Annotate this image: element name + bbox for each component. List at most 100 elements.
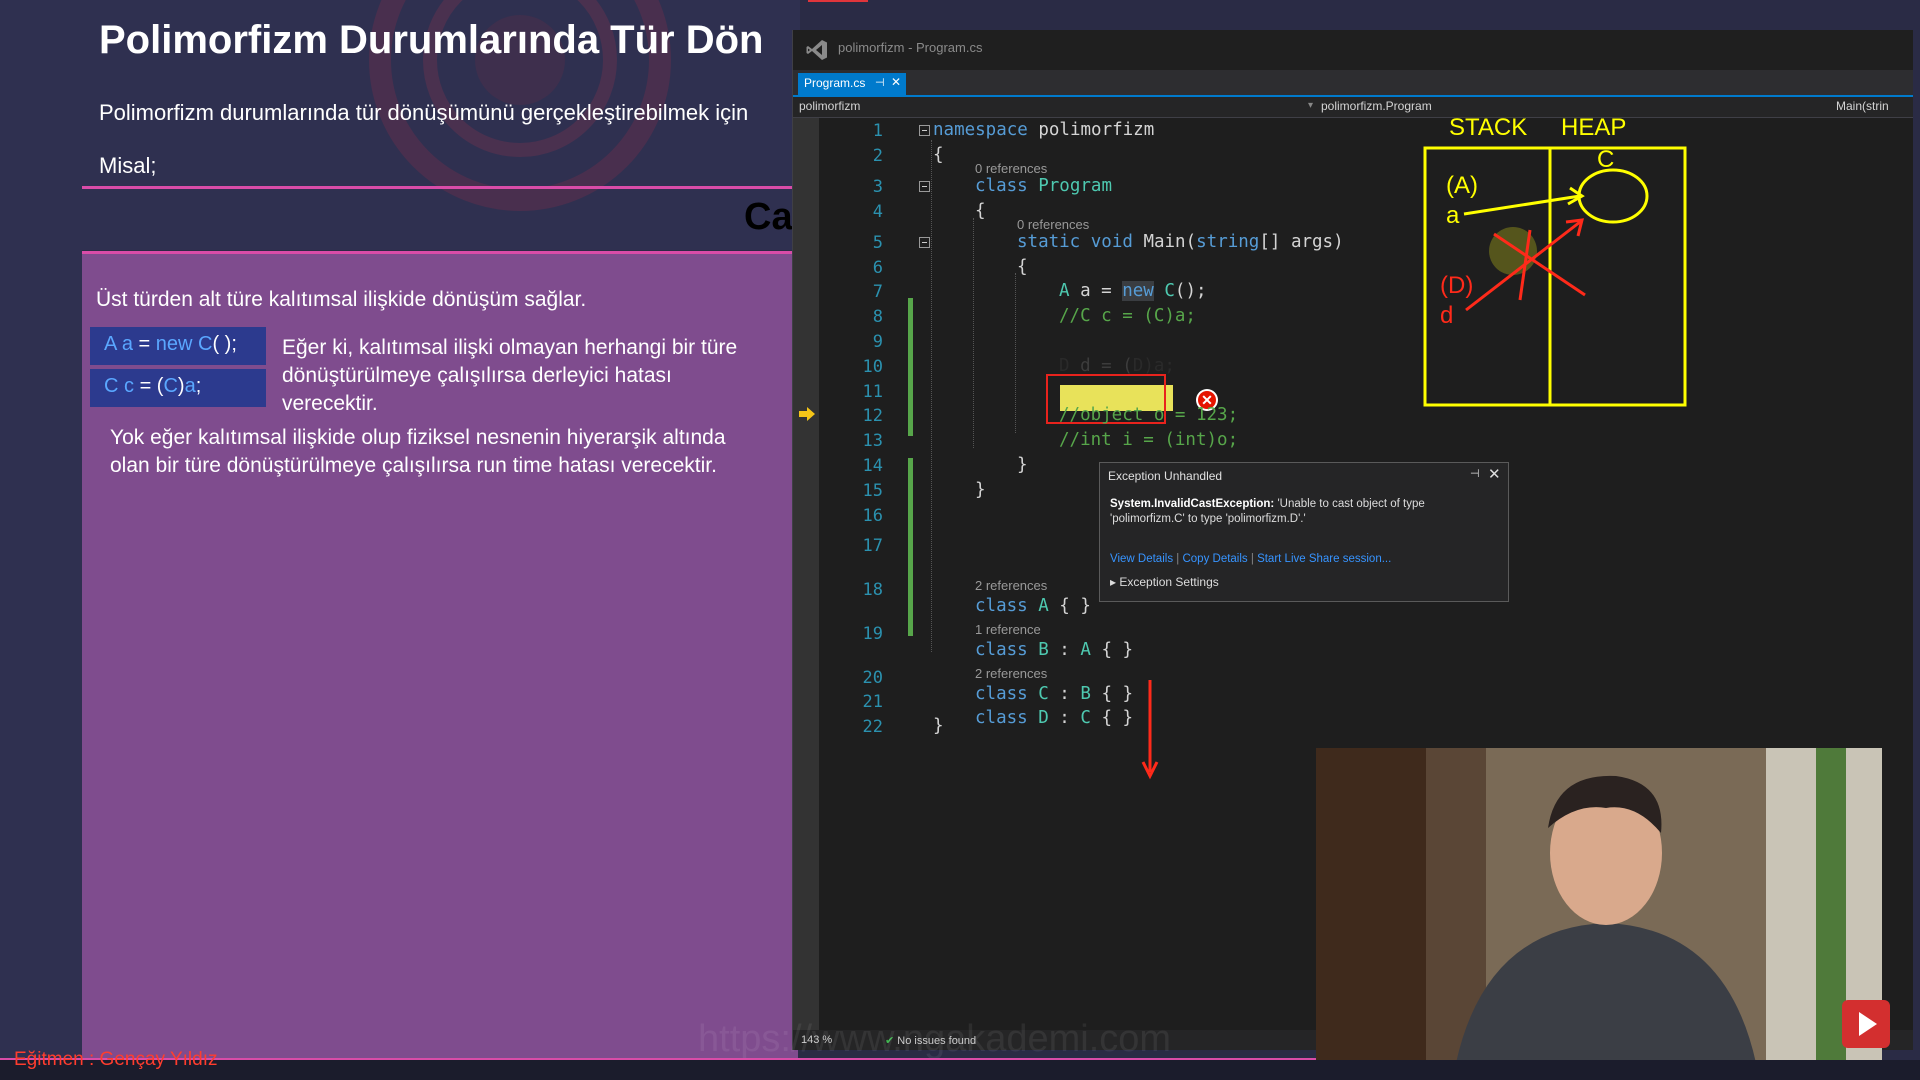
- slide-example-label: Misal;: [99, 153, 157, 178]
- slide-subtitle: Polimorfizm durumlarında tür dönüşümünü …: [99, 100, 749, 125]
- instructor-video-image: [1316, 748, 1882, 1063]
- line-number: 13: [862, 431, 883, 451]
- line-number: 22: [862, 717, 883, 737]
- chevron-right-icon: ▸: [1110, 575, 1120, 589]
- top-accent: [808, 0, 868, 2]
- code-line-18: class B : A { }: [975, 640, 1134, 660]
- line-number: 20: [862, 668, 883, 688]
- stack-label: STACK: [1449, 114, 1528, 141]
- pin-icon[interactable]: ⊣: [1470, 467, 1480, 480]
- code-line-1: namespace polimorfizm: [933, 120, 1155, 140]
- change-indicator: [908, 298, 913, 436]
- line-number: 10: [862, 357, 883, 377]
- code-line-20: class D : C { }: [975, 708, 1134, 728]
- exception-title: Exception Unhandled: [1108, 469, 1223, 483]
- code-line-8: //C c = (C)a;: [1059, 306, 1196, 326]
- code-line-6: {: [1017, 257, 1028, 277]
- line-number: 7: [872, 282, 883, 302]
- line-number: 8: [872, 307, 883, 327]
- code-line-15: }: [975, 480, 986, 500]
- codelens-references[interactable]: 0 references: [975, 161, 1047, 176]
- view-details-link[interactable]: View Details: [1110, 553, 1173, 565]
- play-icon[interactable]: [1842, 1000, 1890, 1048]
- window-title: polimorfizm - Program.cs: [838, 40, 983, 55]
- line-number: 15: [862, 481, 883, 501]
- tab-program-cs[interactable]: Program.cs ⊣ ✕: [798, 73, 906, 95]
- line-number: 11: [862, 382, 883, 402]
- code-line-12: //object o = 123;: [1059, 405, 1239, 425]
- label-A: (A): [1446, 172, 1478, 199]
- code-line-2: {: [933, 145, 944, 165]
- line-number: 9: [872, 332, 883, 352]
- copy-details-link[interactable]: Copy Details: [1182, 553, 1247, 565]
- code-line-4: {: [975, 201, 986, 221]
- breakpoint-margin[interactable]: [793, 118, 819, 1038]
- line-number: 3: [872, 177, 883, 197]
- codelens-references[interactable]: 2 references: [975, 578, 1047, 593]
- compile-error-note: Eğer ki, kalıtımsal ilişki olmayan herha…: [282, 336, 738, 415]
- chevron-down-icon[interactable]: ▾: [1308, 100, 1313, 111]
- execution-pointer-icon: [799, 407, 815, 421]
- project-dropdown[interactable]: polimorfizm: [799, 99, 860, 113]
- indent-guide: [973, 218, 974, 448]
- pin-icon[interactable]: ⊣: [875, 76, 885, 89]
- tab-label: Program.cs: [804, 76, 866, 90]
- code-line-5: static void Main(string[] args): [1017, 232, 1344, 252]
- change-indicator: [908, 458, 913, 636]
- webcam-video: [1316, 748, 1882, 1063]
- code-line-14: }: [1017, 455, 1028, 475]
- code-line-7: A a = new C();: [1059, 281, 1207, 301]
- line-number: 5: [872, 233, 883, 253]
- collapse-icon[interactable]: [919, 125, 930, 136]
- member-dropdown[interactable]: Main(strin: [1836, 99, 1889, 113]
- line-number: 16: [862, 506, 883, 526]
- code-line-17: class A { }: [975, 596, 1091, 616]
- codelens-references[interactable]: 1 reference: [975, 622, 1041, 637]
- exception-popup: Exception Unhandled ⊣ ✕ System.InvalidCa…: [1099, 462, 1509, 602]
- line-number: 12: [862, 406, 883, 426]
- visual-studio-icon: [806, 40, 827, 60]
- code-line-3: class Program: [975, 176, 1112, 196]
- code-example-2: C c = (C)a;: [90, 369, 266, 407]
- indent-guide: [1015, 273, 1016, 433]
- live-share-link[interactable]: Start Live Share session...: [1257, 553, 1391, 565]
- navigation-bar: polimorfizm ▾ polimorfizm.Program Main(s…: [793, 97, 1913, 118]
- divider: [82, 186, 798, 189]
- slide-title: Polimorfizm Durumlarında Tür Dön: [99, 18, 764, 62]
- exception-links: View Details | Copy Details | Start Live…: [1110, 553, 1392, 565]
- codelens-references[interactable]: 0 references: [1017, 217, 1089, 232]
- code-line-21: }: [933, 716, 944, 736]
- line-number: 17: [862, 536, 883, 556]
- class-dropdown[interactable]: polimorfizm.Program: [1321, 99, 1432, 113]
- close-icon[interactable]: ✕: [1488, 465, 1501, 483]
- exception-message: System.InvalidCastException: 'Unable to …: [1110, 498, 1425, 525]
- watermark: https://www.ngakademi.com: [698, 1018, 1172, 1060]
- code-line-10: D d = (D)a;: [1059, 356, 1175, 376]
- slide-paragraph: Üst türden alt türe kalıtımsal ilişkide …: [96, 288, 587, 311]
- line-number: 18: [862, 580, 883, 600]
- title-bar: polimorfizm - Program.cs: [793, 30, 1913, 70]
- line-number: 21: [862, 692, 883, 712]
- label-d: d: [1440, 302, 1454, 329]
- close-icon[interactable]: ✕: [891, 75, 901, 89]
- line-number: 19: [862, 624, 883, 644]
- collapse-icon[interactable]: [919, 237, 930, 248]
- heap-label: HEAP: [1561, 114, 1627, 141]
- runtime-error-note: Yok eğer kalıtımsal ilişkide olup fiziks…: [110, 426, 726, 477]
- instructor-name: Eğitmen : Gençay Yıldız: [14, 1049, 218, 1070]
- line-number: 2: [872, 146, 883, 166]
- codelens-references[interactable]: 2 references: [975, 666, 1047, 681]
- code-line-13: //int i = (int)o;: [1059, 430, 1239, 450]
- slide-left-margin: [0, 250, 82, 1060]
- code-line-19: class C : B { }: [975, 684, 1134, 704]
- label-D: (D): [1440, 272, 1474, 299]
- indent-guide: [931, 140, 932, 652]
- collapse-icon[interactable]: [919, 181, 930, 192]
- line-number: 14: [862, 456, 883, 476]
- exception-settings-toggle[interactable]: ▸ Exception Settings: [1110, 575, 1219, 589]
- tab-bar: Program.cs ⊣ ✕: [793, 70, 1913, 97]
- label-C: C: [1597, 146, 1615, 173]
- line-number: 6: [872, 258, 883, 278]
- label-a: a: [1446, 202, 1460, 229]
- line-number: 4: [872, 202, 883, 222]
